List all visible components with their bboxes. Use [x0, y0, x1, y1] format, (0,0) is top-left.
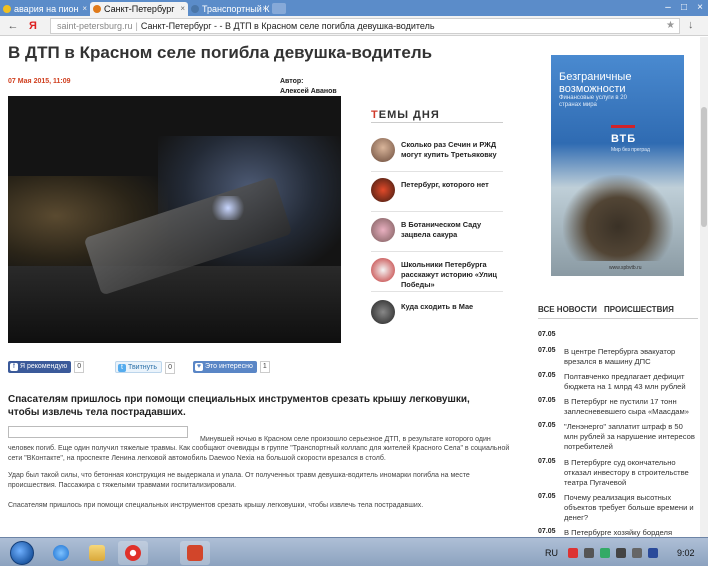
twitter-share: t Твитнуть 0	[115, 361, 176, 374]
ad-logo: ВТБ	[611, 133, 637, 145]
article-date: 07 Мая 2015, 11:09	[8, 78, 71, 85]
facebook-count: 0	[74, 361, 85, 373]
tab-accident[interactable]: авария на пион ×	[0, 2, 90, 16]
children-thumb-icon	[371, 258, 395, 282]
facebook-recommend-button[interactable]: fЯ рекомендую	[8, 361, 72, 373]
article-headline: В ДТП в Красном селе погибла девушка-вод…	[8, 43, 433, 62]
article-paragraph: Спасателям пришлось при помощи специальн…	[8, 502, 424, 509]
flag-tray-icon[interactable]	[600, 548, 610, 558]
ad-headline: Безграничные возможности	[559, 71, 632, 95]
topics-title: ТЕМЫ ДНЯ	[371, 109, 440, 121]
url-page-title: Санкт-Петербург - - В ДТП в Красном селе…	[140, 21, 435, 31]
taskbar-yandex-browser[interactable]	[118, 541, 148, 565]
vtb-ad-banner[interactable]: Безграничные возможности Финансовые услу…	[551, 55, 684, 276]
taskbar-explorer[interactable]	[82, 541, 112, 565]
taskbar-powerpoint[interactable]	[180, 541, 210, 565]
tab-label: авария на пион	[14, 4, 79, 14]
vtb-logo-icon	[611, 125, 635, 128]
url-domain: saint-petersburg.ru	[57, 21, 133, 31]
volume-tray-icon[interactable]	[632, 548, 642, 558]
page-scrollbar[interactable]	[700, 37, 708, 537]
facebook-share: fЯ рекомендую 0	[8, 361, 85, 373]
tab-label: Транспортный К	[202, 4, 270, 14]
clock[interactable]: 9:02	[677, 548, 695, 558]
author-label: Автор:	[280, 78, 304, 85]
ad-subline: Финансовые услуги в 20 странах мира	[559, 95, 627, 108]
tab-close-icon[interactable]: ×	[262, 2, 267, 16]
taskbar-ie[interactable]	[46, 541, 76, 565]
minimize-button[interactable]: –	[660, 2, 676, 14]
twitter-icon: t	[118, 364, 126, 372]
powerpoint-icon	[187, 545, 203, 561]
person-thumb-icon	[371, 138, 395, 162]
tab-close-icon[interactable]: ×	[82, 2, 87, 16]
scrollbar-thumb[interactable]	[701, 107, 707, 227]
yandex-logo-icon[interactable]: Я	[26, 19, 40, 33]
site-favicon-icon	[93, 5, 101, 13]
tab-label: Санкт-Петербург	[104, 4, 175, 14]
author-name[interactable]: Алексей Аванов	[280, 88, 337, 95]
maximize-button[interactable]: □	[676, 2, 692, 14]
embedded-box	[8, 426, 188, 438]
news-tabs: ВСЕ НОВОСТИ ПРОИСШЕСТВИЯ	[538, 305, 698, 317]
topic-item[interactable]: Школьники Петербурга расскажут историю «…	[371, 258, 506, 292]
bronze-horseman-icon	[563, 175, 673, 261]
browser-tab-bar: авария на пион × Санкт-Петербург × Транс…	[0, 0, 708, 16]
keyboard-tray-icon[interactable]	[648, 548, 658, 558]
divider	[371, 122, 503, 123]
interesting-count: 1	[259, 361, 270, 373]
download-icon[interactable]: ↓	[688, 19, 694, 31]
heart-icon: ♥	[195, 363, 203, 371]
new-tab-button[interactable]	[272, 3, 286, 14]
article-lead: Спасателям пришлось при помощи специальн…	[8, 394, 470, 418]
event-thumb-icon	[371, 300, 395, 324]
city-thumb-icon	[371, 178, 395, 202]
article-paragraph-start: Минувшей ночью в Красном селе произошло …	[200, 436, 491, 443]
close-window-button[interactable]: ×	[692, 2, 708, 14]
up-arrow-tray-icon[interactable]	[584, 548, 594, 558]
network-tray-icon[interactable]	[616, 548, 626, 558]
tab-transport[interactable]: Транспортный К ×	[188, 2, 270, 16]
ad-url: www.spbvtb.ru	[609, 265, 642, 271]
page-content: В ДТП в Красном селе погибла девушка-вод…	[0, 37, 708, 537]
tab-close-icon[interactable]: ×	[180, 2, 185, 16]
windows-taskbar: RU 9:02	[0, 537, 708, 566]
yandex-favicon-icon	[3, 5, 11, 13]
interesting-button[interactable]: ♥ Это интересно	[193, 361, 257, 373]
tweet-button[interactable]: t Твитнуть	[115, 361, 163, 373]
tab-all-news[interactable]: ВСЕ НОВОСТИ	[538, 305, 597, 314]
interesting-share: ♥ Это интересно 1	[193, 361, 270, 373]
language-indicator[interactable]: RU	[545, 548, 558, 558]
yandex-browser-icon	[125, 545, 141, 561]
topic-item[interactable]: Куда сходить в Мае	[371, 300, 506, 330]
tweet-count: 0	[165, 362, 176, 374]
sakura-thumb-icon	[371, 218, 395, 242]
tab-incidents[interactable]: ПРОИСШЕСТВИЯ	[604, 305, 674, 314]
vk-favicon-icon	[191, 5, 199, 13]
article-paragraph: Удар был такой силы, что бетонная констр…	[8, 472, 470, 489]
topic-item[interactable]: Сколько раз Сечин и РЖД могут купить Тре…	[371, 138, 506, 172]
antivirus-tray-icon[interactable]	[568, 548, 578, 558]
address-bar: ← Я saint-petersburg.ru | Санкт-Петербург …	[0, 16, 708, 36]
start-button[interactable]	[10, 541, 34, 565]
article-photo	[8, 96, 341, 343]
topic-item[interactable]: В Ботаническом Саду зацвела сакура	[371, 218, 506, 252]
url-input[interactable]: saint-petersburg.ru | Санкт-Петербург - - …	[50, 18, 680, 34]
folder-icon	[89, 545, 105, 561]
internet-explorer-icon	[53, 545, 69, 561]
ad-logo-sub: Мир без преград	[611, 147, 650, 153]
divider	[538, 318, 698, 319]
article-paragraph: человек погиб. Еще один получил тяжелые …	[8, 445, 510, 462]
facebook-icon: f	[10, 363, 18, 371]
back-arrow-icon[interactable]: ←	[6, 19, 20, 33]
bookmark-star-icon[interactable]: ★	[666, 19, 675, 33]
tab-saint-petersburg[interactable]: Санкт-Петербург ×	[90, 2, 188, 16]
topic-item[interactable]: Петербург, которого нет	[371, 178, 506, 212]
